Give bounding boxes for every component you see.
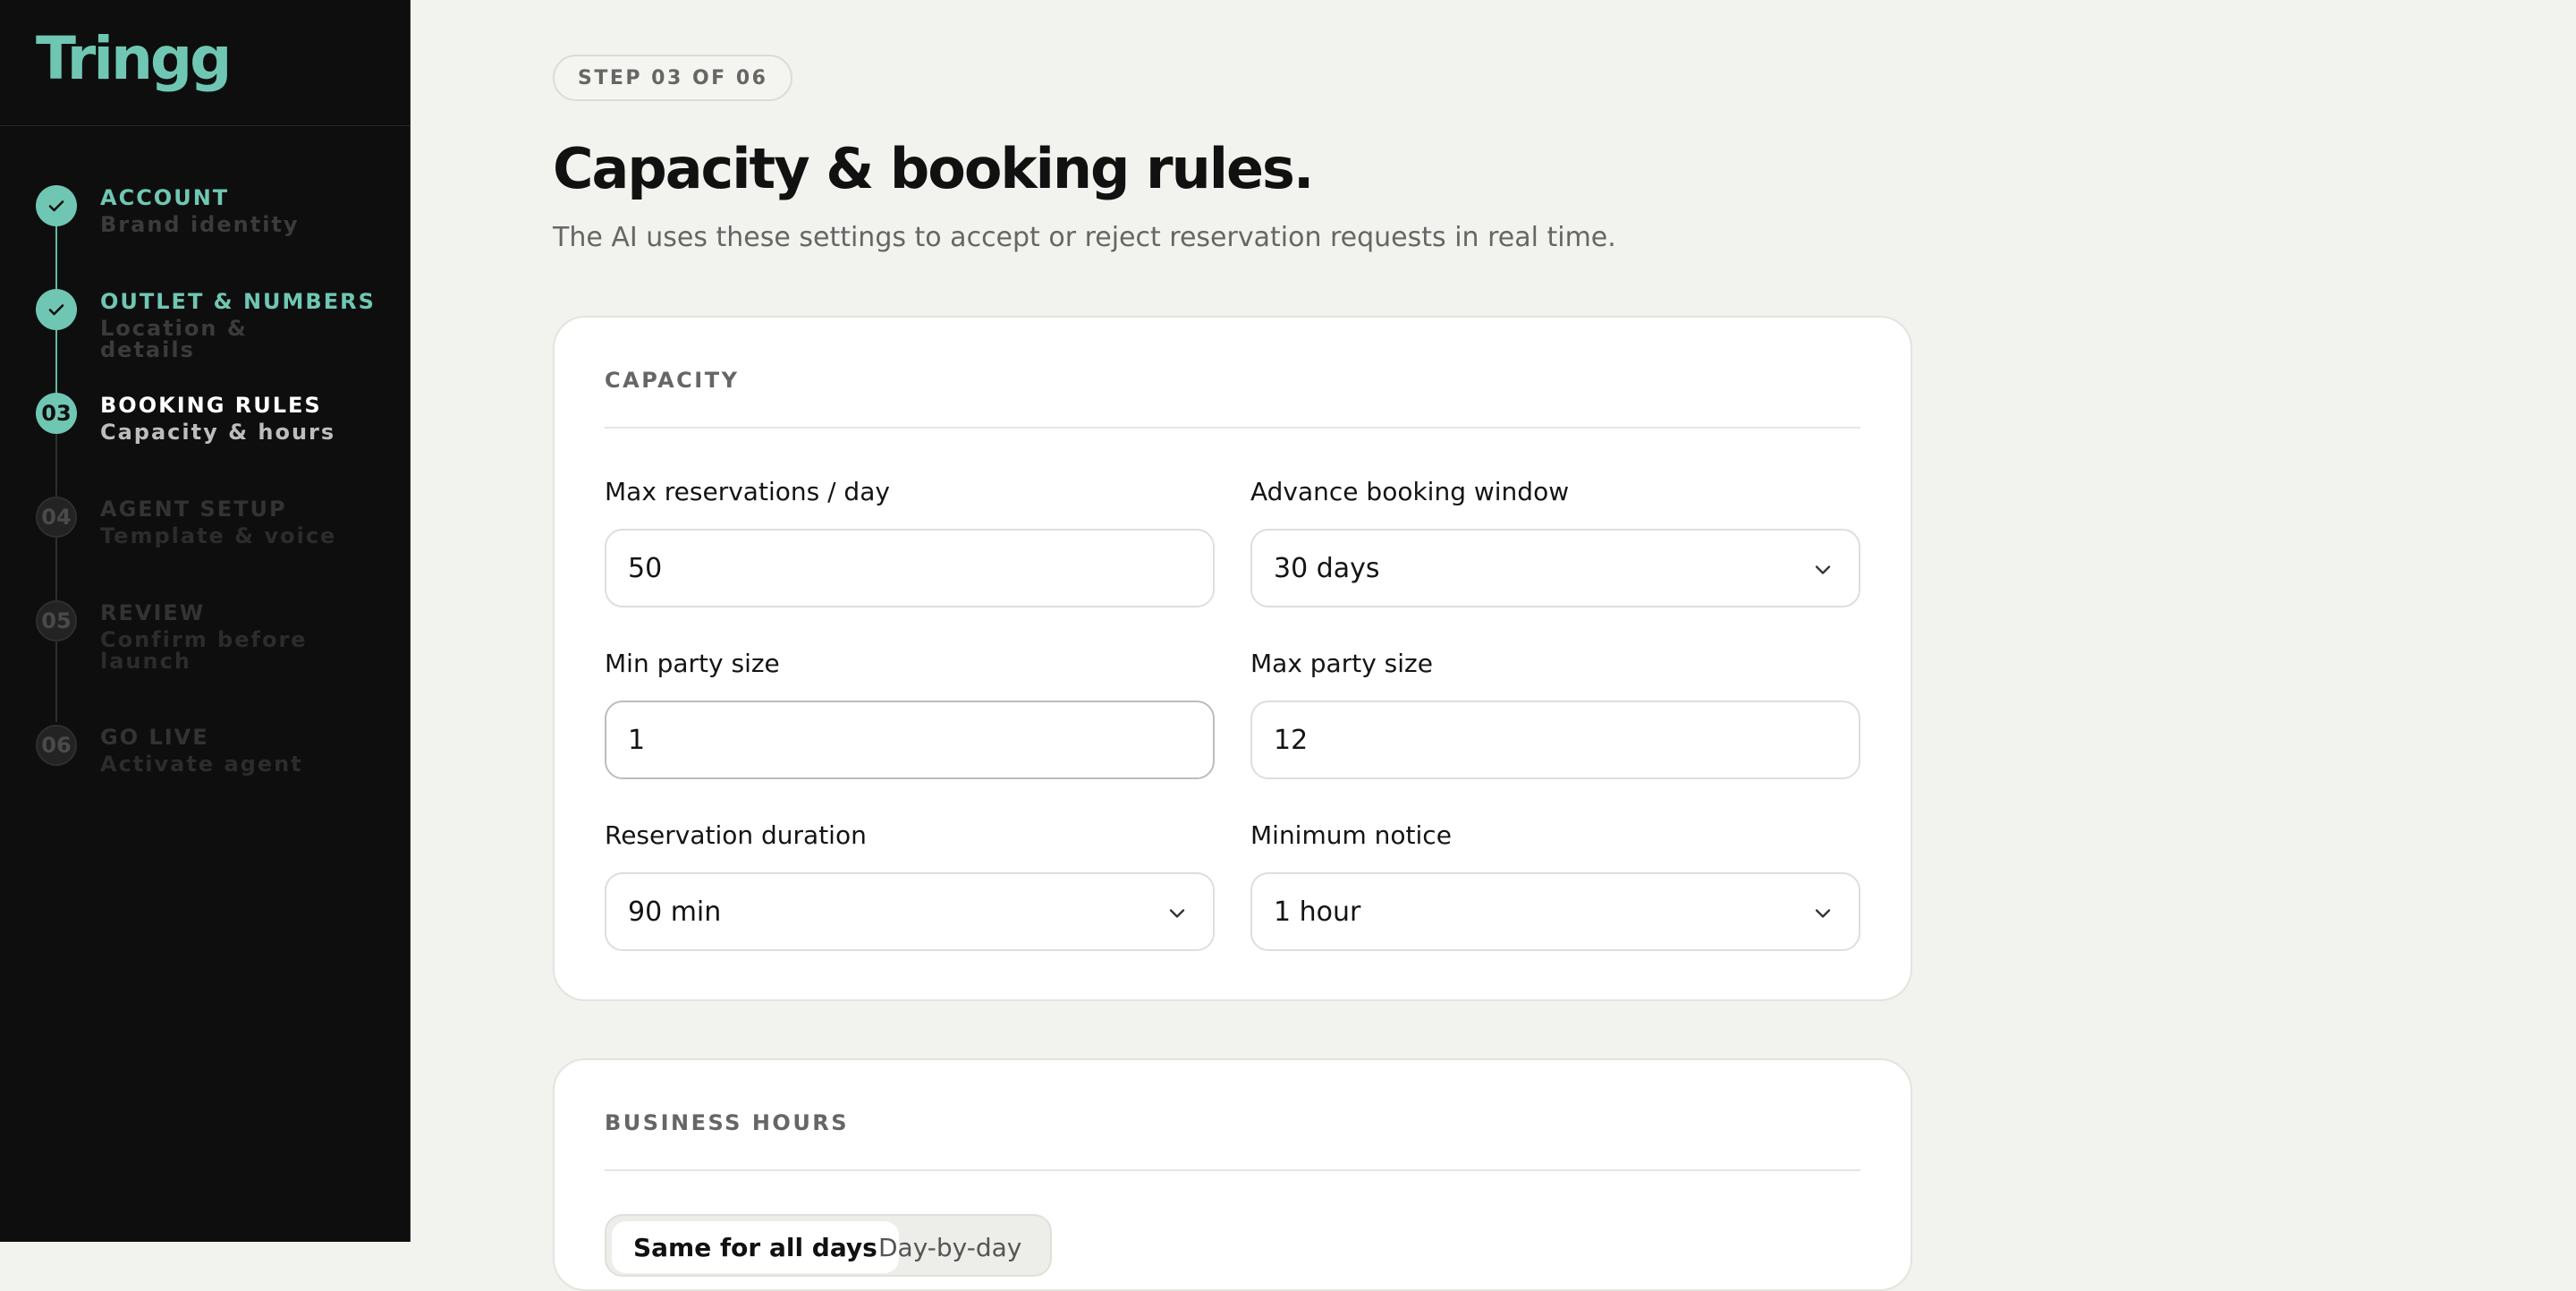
min-party-input[interactable]: 1 [605,701,1215,779]
min-notice-label: Minimum notice [1250,820,1452,850]
toggle-day-by-day[interactable]: Day-by-day [857,1221,1043,1273]
step-title: BOOKING RULES [100,393,322,418]
chevron-down-icon [1815,565,1831,574]
step-subtitle: Confirm before launch [100,627,308,674]
page-subtitle: The AI uses these settings to accept or … [553,222,1616,253]
divider [605,427,1860,429]
max-reservations-label: Max reservations / day [605,477,890,506]
step-title: REVIEW [100,600,206,625]
divider [605,1169,1860,1171]
toggle-same-all-days[interactable]: Same for all days [612,1221,899,1273]
main-content: STEP 03 OF 06 Capacity & booking rules. … [411,0,2576,1291]
step-number: 03 [36,393,77,434]
step-subtitle: Template & voice [100,523,337,548]
card-heading: CAPACITY [605,368,740,393]
min-notice-select[interactable]: 1 hour [1250,872,1860,951]
step-title: ACCOUNT [100,185,230,210]
chevron-down-icon [1169,909,1185,918]
sidebar-divider [0,125,411,126]
step-subtitle: Brand identity [100,212,300,237]
step-booking-rules[interactable]: 03 BOOKING RULES Capacity & hours [36,393,394,464]
step-subtitle: Location & details [100,316,248,362]
step-title: AGENT SETUP [100,497,287,522]
step-subtitle: Capacity & hours [100,420,336,445]
step-number: 06 [36,725,77,766]
hours-mode-toggle: Same for all days Day-by-day [605,1214,1052,1277]
check-icon [36,185,77,226]
step-account[interactable]: ACCOUNT Brand identity [36,185,394,257]
step-review: 05 REVIEW Confirm before launch [36,600,394,672]
min-party-label: Min party size [605,649,780,678]
field-value: 50 [628,552,663,584]
capacity-card: CAPACITY Max reservations / day 50 Advan… [553,316,1912,1001]
field-value: 30 days [1274,552,1380,584]
field-value: 1 [628,724,646,756]
step-number: 04 [36,497,77,538]
step-agent-setup: 04 AGENT SETUP Template & voice [36,497,394,568]
step-title: OUTLET & NUMBERS [100,289,376,314]
step-outlet-numbers[interactable]: OUTLET & NUMBERS Location & details [36,289,394,361]
step-number: 05 [36,600,77,641]
step-go-live: 06 GO LIVE Activate agent [36,725,394,796]
check-icon [36,289,77,330]
advance-window-select[interactable]: 30 days [1250,529,1860,607]
duration-label: Reservation duration [605,820,867,850]
sidebar: Tringg ACCOUNT Brand identity OUTLET & N… [0,0,411,1242]
card-heading: BUSINESS HOURS [605,1110,850,1135]
max-party-input[interactable]: 12 [1250,701,1860,779]
brand-logo[interactable]: Tringg [36,23,232,95]
page-title: Capacity & booking rules. [553,136,1314,201]
max-party-label: Max party size [1250,649,1433,678]
field-value: 12 [1274,724,1309,756]
duration-select[interactable]: 90 min [605,872,1215,951]
max-reservations-input[interactable]: 50 [605,529,1215,607]
advance-window-label: Advance booking window [1250,477,1570,506]
step-badge: STEP 03 OF 06 [553,55,793,101]
step-title: GO LIVE [100,725,209,750]
business-hours-card: BUSINESS HOURS Same for all days Day-by-… [553,1058,1912,1291]
field-value: 90 min [628,896,722,928]
field-value: 1 hour [1274,896,1361,928]
step-subtitle: Activate agent [100,752,303,777]
chevron-down-icon [1815,909,1831,918]
